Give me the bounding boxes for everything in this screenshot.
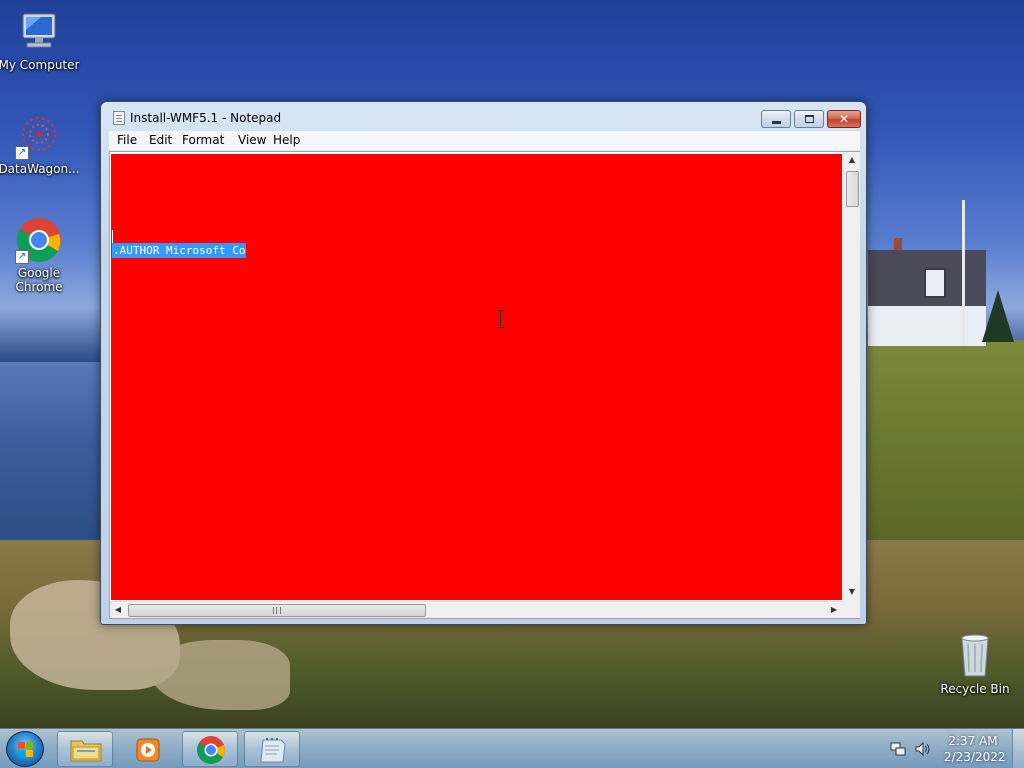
desktop-icon-google-chrome[interactable]: ↗ Google Chrome xyxy=(0,216,81,294)
desktop-icon-recycle-bin[interactable]: Recycle Bin xyxy=(933,632,1017,696)
computer-icon xyxy=(15,8,63,56)
text-editor[interactable]: .AUTHOR Microsoft Co xyxy=(111,154,842,600)
size-grip[interactable] xyxy=(843,601,860,618)
desktop-icon-label: Recycle Bin xyxy=(940,682,1010,696)
menu-file[interactable]: File xyxy=(115,133,139,147)
datawagon-icon: ↗ xyxy=(15,112,63,160)
start-button[interactable] xyxy=(6,731,44,767)
taskbar-notepad-button[interactable] xyxy=(244,731,300,767)
folder-icon xyxy=(70,740,102,762)
clock-date[interactable]: 2/23/2022 xyxy=(944,750,1006,764)
grip-icon xyxy=(273,607,281,614)
taskbar-media-player-button[interactable] xyxy=(119,731,175,767)
editor-area[interactable]: .AUTHOR Microsoft Co ▲ ▼ ◀ ▶ xyxy=(109,151,860,619)
scroll-left-icon[interactable]: ◀ xyxy=(110,602,126,618)
notepad-icon xyxy=(113,111,125,125)
wallpaper-tree xyxy=(982,290,1014,342)
volume-icon[interactable] xyxy=(914,741,932,757)
scroll-down-icon[interactable]: ▼ xyxy=(844,584,860,600)
vertical-scroll-thumb[interactable] xyxy=(846,171,859,207)
close-button[interactable]: ✕ xyxy=(827,110,861,128)
shortcut-arrow-icon: ↗ xyxy=(15,250,29,264)
selected-text[interactable]: .AUTHOR Microsoft Co xyxy=(112,243,247,258)
clock-time[interactable]: 2:37 AM xyxy=(947,734,999,748)
desktop-icon-datawagon[interactable]: ↗ DataWagon... xyxy=(0,112,81,176)
shortcut-arrow-icon: ↗ xyxy=(15,146,29,160)
menu-edit[interactable]: Edit xyxy=(147,133,174,147)
desktop-icon-label: DataWagon... xyxy=(0,162,80,176)
taskbar-chrome-button[interactable] xyxy=(182,731,238,767)
wallpaper-house xyxy=(868,238,986,346)
title-bar[interactable]: Install-WMF5.1 - Notepad ✕ xyxy=(101,102,866,132)
window-title: Install-WMF5.1 - Notepad xyxy=(130,111,282,125)
desktop-icon-my-computer[interactable]: My Computer xyxy=(0,8,81,72)
menu-help[interactable]: Help xyxy=(271,133,302,147)
taskbar xyxy=(0,728,1024,768)
windows-start-icon xyxy=(18,742,34,758)
notepad-icon xyxy=(260,738,286,763)
minimize-button[interactable] xyxy=(761,110,791,128)
maximize-button[interactable] xyxy=(794,110,824,128)
maximize-icon xyxy=(805,115,814,123)
ibeam-cursor-icon xyxy=(497,310,505,328)
recycle-bin-icon xyxy=(951,632,999,680)
scroll-up-icon[interactable]: ▲ xyxy=(844,152,860,168)
desktop-icon-label: My Computer xyxy=(0,58,80,72)
chrome-icon xyxy=(197,736,225,764)
vertical-scrollbar[interactable]: ▲ ▼ xyxy=(843,152,860,601)
wallpaper-flagpole xyxy=(962,200,965,345)
text-caret xyxy=(112,230,113,244)
horizontal-scroll-thumb[interactable] xyxy=(128,604,426,617)
close-icon: ✕ xyxy=(838,112,850,126)
scroll-right-icon[interactable]: ▶ xyxy=(826,602,842,618)
horizontal-scrollbar[interactable]: ◀ ▶ xyxy=(110,601,843,618)
menu-view[interactable]: View xyxy=(236,133,268,147)
minimize-icon xyxy=(772,121,781,124)
notepad-window[interactable]: Install-WMF5.1 - Notepad ✕ File Edit For… xyxy=(100,101,867,625)
show-desktop-button[interactable] xyxy=(1012,729,1024,768)
chrome-icon: ↗ xyxy=(15,216,63,264)
desktop-icon-label: Google Chrome xyxy=(15,266,63,294)
taskbar-explorer-button[interactable] xyxy=(57,731,113,767)
media-player-icon xyxy=(136,738,160,762)
network-icon[interactable] xyxy=(890,741,906,757)
menu-bar: File Edit Format View Help xyxy=(109,131,860,151)
menu-format[interactable]: Format xyxy=(180,133,226,147)
